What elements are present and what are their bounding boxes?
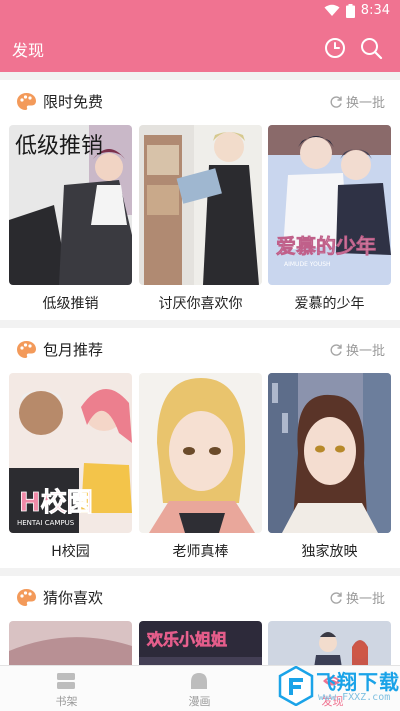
search-icon[interactable] <box>358 35 384 61</box>
bookshelf-icon <box>57 673 75 689</box>
comic-cover-image <box>139 373 262 533</box>
status-bar: 8:34 <box>0 0 400 24</box>
comic-title: H校园 <box>51 544 90 560</box>
palette-icon <box>17 589 36 606</box>
status-time: 8:34 <box>360 3 390 18</box>
comic-cover-image <box>139 125 262 285</box>
refresh-icon <box>330 95 342 108</box>
comic-cover-image: 欢乐小姐姐 <box>139 621 262 665</box>
status-right: 8:34 <box>324 3 390 18</box>
tab-label: 漫画 <box>188 695 211 708</box>
comic-cover-image: 爱慕的少年 AIMUDE YOUSH <box>268 125 391 285</box>
cover-title-text: H校園 <box>19 487 93 518</box>
tab-bookshelf[interactable]: 书架 <box>0 666 133 711</box>
comic-title: 爱慕的少年 <box>294 296 365 312</box>
cover-title-text: 欢乐小姐姐 <box>146 630 227 649</box>
section-title: 限时免费 <box>43 93 104 111</box>
section-header: 猜你喜欢 换一批 <box>0 576 400 616</box>
section-header: 包月推荐 换一批 <box>0 328 400 368</box>
refresh-button[interactable]: 换一批 <box>329 92 385 111</box>
comic-cover-image <box>9 621 132 665</box>
comic-cover-image: H校園 HENTAI CAMPUS <box>9 373 132 533</box>
refresh-button[interactable]: 换一批 <box>329 340 385 359</box>
palette-icon <box>17 93 36 110</box>
wifi-icon <box>324 4 340 16</box>
section-title: 包月推荐 <box>43 341 104 359</box>
discover-content[interactable]: 限时免费 换一批 低级推销 低级推销 讨厌你喜欢你 爱慕的少年 AIMUDE Y… <box>0 72 400 665</box>
section-header: 限时免费 换一批 <box>0 80 400 120</box>
battery-icon <box>345 3 355 18</box>
tab-comics[interactable]: 漫画 <box>133 666 266 711</box>
watermark-url: www.FXXZ.com <box>318 692 391 703</box>
page-title: 发现 <box>12 41 45 60</box>
comic-title: 老师真棒 <box>172 544 229 560</box>
watermark: 飞翔下载 www.FXXZ.com <box>276 662 400 711</box>
comic-cover-image: 低级推销 <box>9 125 132 285</box>
comic-icon <box>191 673 207 689</box>
refresh-button[interactable]: 换一批 <box>329 588 385 607</box>
comic-title: 讨厌你喜欢你 <box>158 296 243 312</box>
refresh-icon <box>330 343 342 356</box>
comic-title: 独家放映 <box>301 544 358 560</box>
comic-cover-image <box>268 373 391 533</box>
history-clock-icon[interactable] <box>322 35 348 61</box>
watermark-text: 飞翔下载 <box>316 670 400 694</box>
section-title: 猜你喜欢 <box>43 589 104 607</box>
watermark-logo-icon <box>278 666 314 706</box>
section-monthly-picks: 包月推荐 换一批 H校園 HENTAI CAMPUS H校园 老师真棒 独家放映 <box>0 328 400 568</box>
refresh-icon <box>330 591 342 604</box>
comic-title: 低级推销 <box>42 296 99 312</box>
cover-title-text: 爱慕的少年 <box>276 234 376 258</box>
card-row: H校園 HENTAI CAMPUS H校园 老师真棒 独家放映 <box>0 373 400 568</box>
section-limited-free: 限时免费 换一批 低级推销 低级推销 讨厌你喜欢你 爱慕的少年 AIMUDE Y… <box>0 80 400 320</box>
section-recommended: 猜你喜欢 换一批 欢乐小姐姐 <box>0 576 400 665</box>
cover-title-text: 低级推销 <box>15 134 103 159</box>
refresh-label: 换一批 <box>345 96 385 111</box>
cover-subtitle-text: AIMUDE YOUSH <box>284 261 331 268</box>
card-row: 低级推销 低级推销 讨厌你喜欢你 爱慕的少年 AIMUDE YOUSH 爱慕的少… <box>0 125 400 320</box>
card-row: 欢乐小姐姐 <box>0 621 400 665</box>
app-bar: 发现 <box>0 24 400 72</box>
refresh-label: 换一批 <box>345 344 385 359</box>
palette-icon <box>17 341 36 358</box>
cover-subtitle-text: HENTAI CAMPUS <box>17 519 75 527</box>
refresh-label: 换一批 <box>345 592 385 607</box>
tab-label: 书架 <box>55 695 78 708</box>
comic-cover-image <box>268 621 391 665</box>
